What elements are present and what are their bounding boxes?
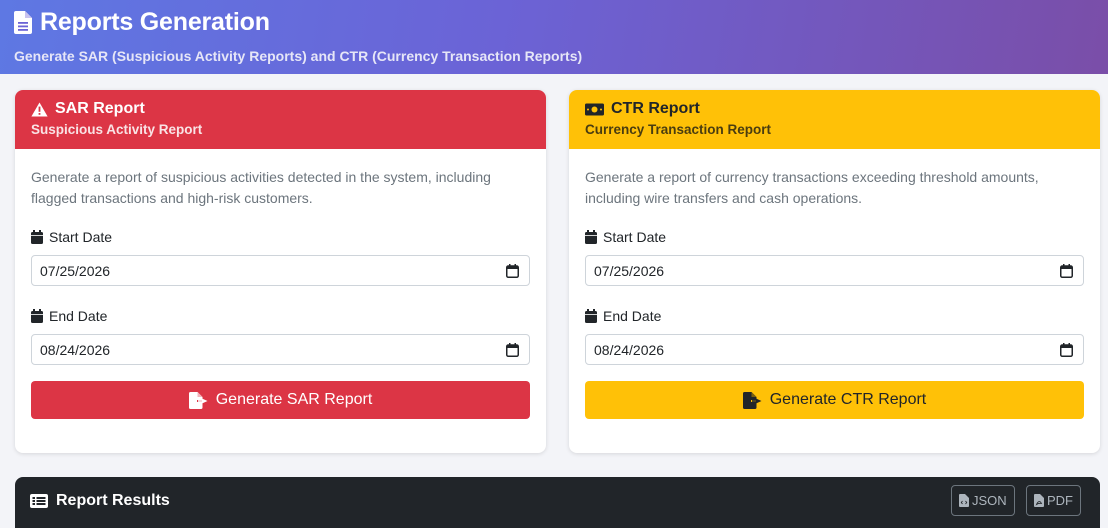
file-export-icon xyxy=(188,391,208,409)
generate-sar-report-button[interactable]: Generate SAR Report xyxy=(31,381,530,419)
file-text-icon xyxy=(14,11,32,34)
calendar-icon xyxy=(31,230,43,244)
page-title: Reports Generation xyxy=(14,8,270,37)
ctr-start-date-value: 07/25/2026 xyxy=(594,262,665,279)
ctr-start-date-label: Start Date xyxy=(585,228,1084,246)
sar-start-date-label-text: Start Date xyxy=(49,229,113,245)
generate-ctr-report-button[interactable]: Generate CTR Report xyxy=(585,381,1084,419)
generate-sar-report-label: Generate SAR Report xyxy=(215,391,373,408)
ctr-end-date-label-text: End Date xyxy=(603,308,662,324)
ctr-description: Generate a report of currency transactio… xyxy=(585,169,1039,206)
export-pdf-label: PDF xyxy=(1047,493,1073,508)
page-header: Reports Generation Generate SAR (Suspici… xyxy=(0,0,1108,74)
export-json-button[interactable]: JSON xyxy=(951,485,1015,516)
file-code-icon xyxy=(959,494,969,507)
calendar-icon xyxy=(585,230,597,244)
report-results-panel: Report Results JSON PDF xyxy=(15,477,1100,528)
page-subtitle: Generate SAR (Suspicious Activity Report… xyxy=(14,48,583,64)
calendar-icon xyxy=(31,309,43,323)
sar-end-date-input[interactable]: 08/24/2026 xyxy=(31,334,530,365)
report-results-title-text: Report Results xyxy=(56,492,170,509)
sar-start-date-input[interactable]: 07/25/2026 xyxy=(31,255,530,286)
calendar-icon xyxy=(585,309,597,323)
ctr-end-date-value: 08/24/2026 xyxy=(594,341,665,358)
ctr-card-header: CTR Report Currency Transaction Report xyxy=(569,90,1100,149)
sar-card-title: SAR Report xyxy=(31,99,530,119)
list-alt-icon xyxy=(30,494,48,508)
sar-report-card: SAR Report Suspicious Activity Report Ge… xyxy=(15,90,546,453)
calendar-picker-icon[interactable] xyxy=(506,263,519,278)
sar-start-date-label: Start Date xyxy=(31,228,530,246)
ctr-title-text: CTR Report xyxy=(611,100,700,117)
page-title-text: Reports Generation xyxy=(40,8,270,36)
sar-end-date-label-text: End Date xyxy=(49,308,108,324)
warning-triangle-icon xyxy=(31,102,48,116)
ctr-start-date-label-text: Start Date xyxy=(603,229,667,245)
sar-end-date-value: 08/24/2026 xyxy=(40,341,111,358)
file-pdf-icon xyxy=(1034,494,1044,507)
calendar-picker-icon[interactable] xyxy=(506,342,519,357)
ctr-end-date-input[interactable]: 08/24/2026 xyxy=(585,334,1084,365)
ctr-card-subtitle: Currency Transaction Report xyxy=(585,122,772,137)
ctr-card-title: CTR Report xyxy=(585,99,1084,119)
report-results-title: Report Results xyxy=(30,492,170,510)
ctr-report-card: CTR Report Currency Transaction Report G… xyxy=(569,90,1100,453)
ctr-end-date-label: End Date xyxy=(585,307,1084,325)
ctr-start-date-input[interactable]: 07/25/2026 xyxy=(585,255,1084,286)
file-export-icon xyxy=(742,391,762,409)
sar-card-header: SAR Report Suspicious Activity Report xyxy=(15,90,546,149)
money-bill-icon xyxy=(585,103,604,115)
generate-ctr-report-label: Generate CTR Report xyxy=(769,391,927,408)
calendar-picker-icon[interactable] xyxy=(1060,342,1073,357)
sar-title-text: SAR Report xyxy=(55,100,145,117)
sar-start-date-value: 07/25/2026 xyxy=(40,262,111,279)
sar-end-date-label: End Date xyxy=(31,307,530,325)
export-pdf-button[interactable]: PDF xyxy=(1026,485,1081,516)
calendar-picker-icon[interactable] xyxy=(1060,263,1073,278)
sar-description: Generate a report of suspicious activiti… xyxy=(31,169,491,206)
sar-card-subtitle: Suspicious Activity Report xyxy=(31,122,203,137)
export-json-label: JSON xyxy=(972,493,1007,508)
